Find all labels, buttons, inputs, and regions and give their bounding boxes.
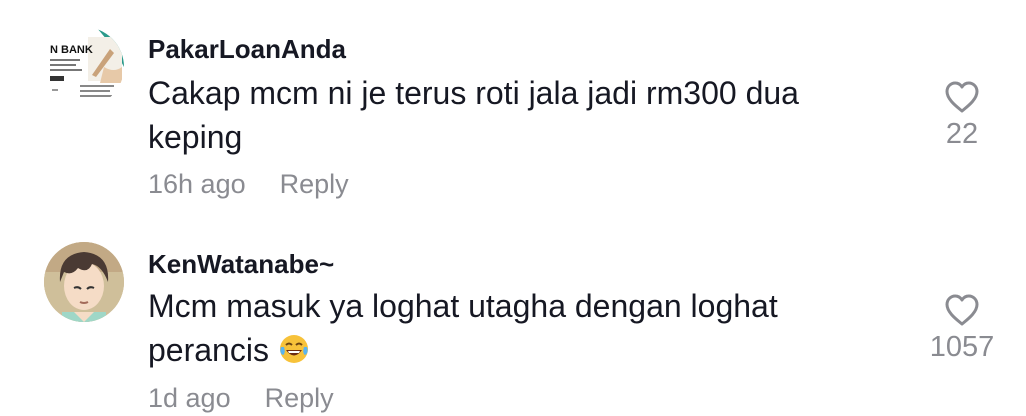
reply-button[interactable]: Reply: [265, 383, 334, 413]
comment-timestamp: 1d ago: [148, 383, 231, 413]
comment-text: Mcm masuk ya loghat utagha dengan loghat…: [148, 284, 878, 376]
avatar-image: [44, 242, 124, 322]
comment-username[interactable]: PakarLoanAnda: [148, 34, 346, 65]
avatar-image: N BANK: [44, 27, 124, 107]
comment-text-content: Mcm masuk ya loghat utagha dengan loghat…: [148, 288, 778, 368]
comment-meta: 16h ago Reply: [148, 169, 349, 200]
reply-button[interactable]: Reply: [280, 169, 349, 199]
avatar[interactable]: N BANK: [44, 27, 124, 107]
svg-text:N BANK: N BANK: [50, 44, 93, 56]
like-count: 22: [945, 118, 979, 150]
like-button[interactable]: 1057: [916, 293, 1008, 364]
comment-meta: 1d ago Reply: [148, 383, 334, 414]
comment-username[interactable]: KenWatanabe~: [148, 249, 334, 280]
like-button[interactable]: 22: [916, 80, 1008, 151]
heart-icon: [945, 294, 979, 326]
laughing-tears-emoji-icon: [278, 332, 310, 376]
like-count: 1057: [929, 331, 995, 363]
avatar[interactable]: [44, 242, 124, 322]
heart-icon: [945, 81, 979, 113]
comment-text: Cakap mcm ni je terus roti jala jadi rm3…: [148, 75, 799, 155]
comment-timestamp: 16h ago: [148, 169, 246, 199]
